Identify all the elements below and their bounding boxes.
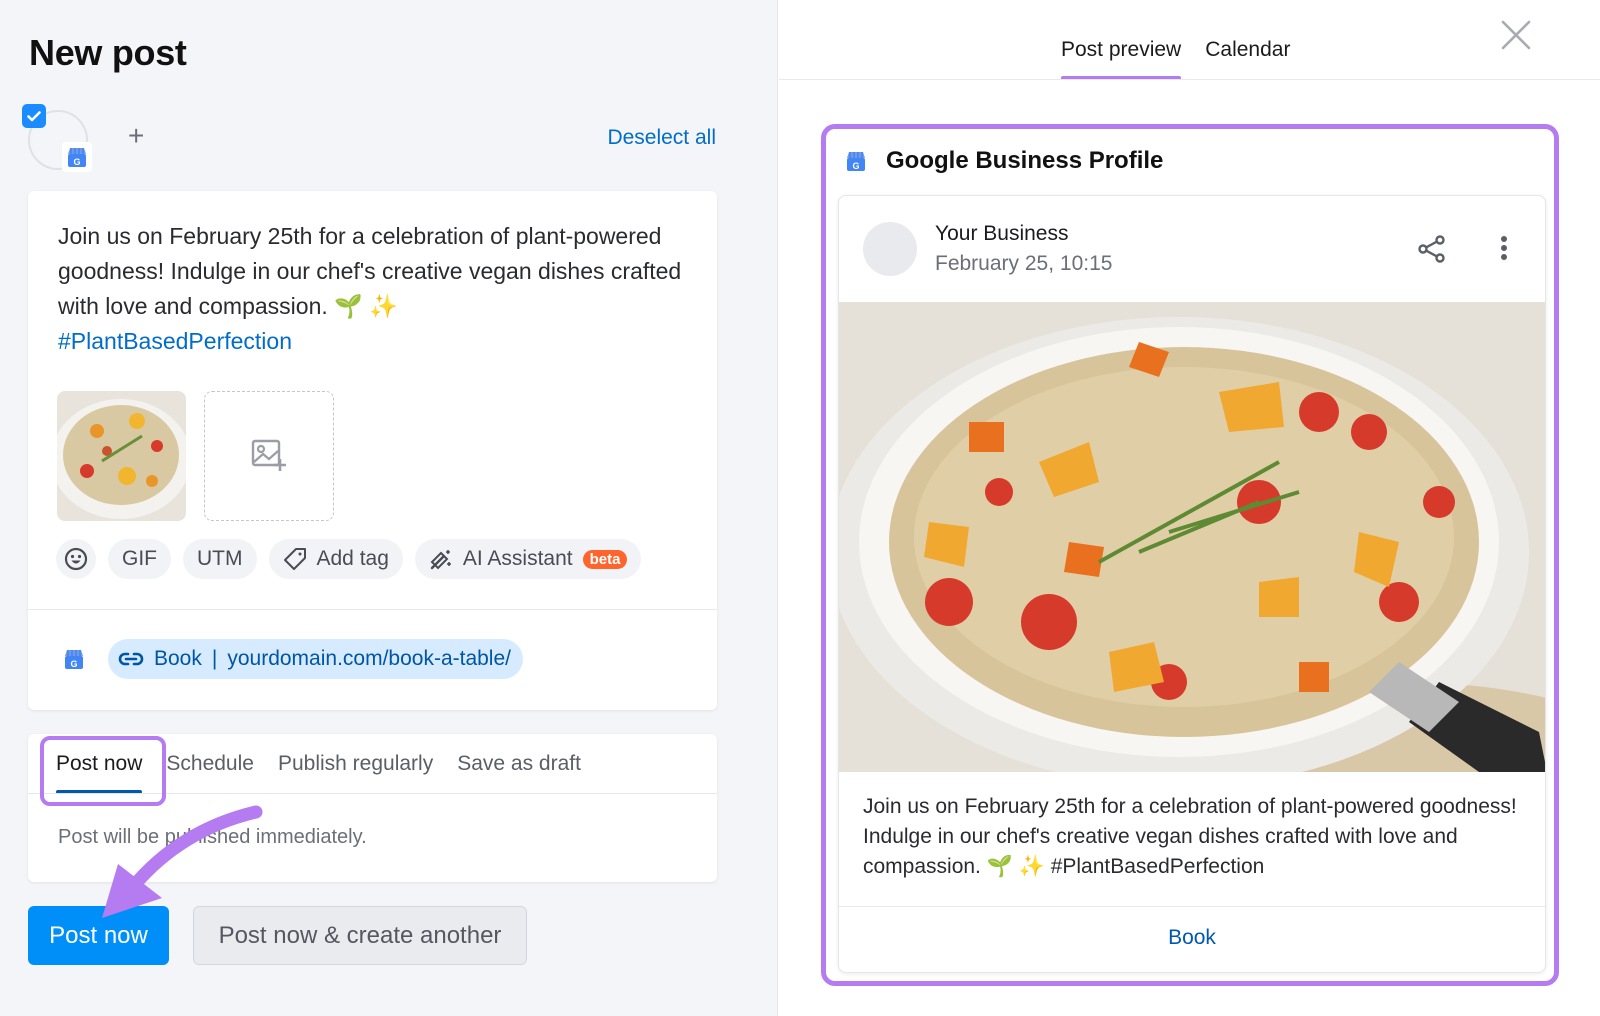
magic-wand-icon	[430, 550, 451, 570]
preview-post-text: Join us on February 25th for a celebrati…	[863, 795, 1517, 878]
share-icon[interactable]	[1417, 234, 1447, 264]
add-image-icon	[251, 439, 286, 471]
ai-assistant-label: AI Assistant	[462, 547, 573, 570]
checkbox-checked-icon[interactable]	[22, 104, 46, 128]
media-thumbnail[interactable]	[57, 391, 186, 521]
gif-button[interactable]: GIF	[108, 539, 171, 579]
tab-save-as-draft[interactable]: Save as draft	[457, 734, 581, 794]
svg-text:G: G	[73, 157, 80, 167]
divider	[779, 79, 1600, 80]
google-post-card: Your Business February 25, 10:15 Join us…	[838, 195, 1546, 973]
post-now-button[interactable]: Post now	[28, 906, 169, 965]
divider	[28, 609, 717, 610]
preview-book-button[interactable]: Book	[839, 926, 1545, 950]
post-now-create-another-button[interactable]: Post now & create another	[193, 906, 527, 965]
composer-panel: New post G + Deselect all Join us on Feb…	[0, 0, 778, 1016]
cta-separator: |	[211, 647, 218, 670]
svg-text:G: G	[70, 659, 77, 669]
add-media-button[interactable]	[204, 391, 334, 521]
page-title: New post	[29, 32, 187, 73]
ai-assistant-button[interactable]: AI Assistant beta	[414, 539, 642, 579]
post-hashtag[interactable]: #PlantBasedPerfection	[58, 328, 292, 354]
gif-label: GIF	[122, 547, 157, 570]
business-avatar	[863, 222, 917, 276]
link-icon	[118, 652, 144, 666]
preview-network-header: G Google Business Profile	[844, 147, 1163, 175]
publish-note: Post will be published immediately.	[58, 826, 367, 848]
svg-text:G: G	[852, 161, 859, 171]
tab-calendar[interactable]: Calendar	[1205, 20, 1290, 80]
preview-tabs: Post preview Calendar	[1061, 20, 1290, 80]
cta-row: G Book | yourdomain.com/book-a-table/	[62, 639, 523, 679]
preview-highlight-frame: G Google Business Profile Your Business …	[821, 124, 1559, 986]
utm-button[interactable]: UTM	[183, 539, 257, 579]
close-icon[interactable]	[1499, 18, 1533, 52]
cta-url: yourdomain.com/book-a-table/	[227, 647, 511, 670]
google-business-profile-icon: G	[847, 152, 865, 171]
add-tag-button[interactable]: Add tag	[268, 539, 403, 579]
cta-link-pill[interactable]: Book | yourdomain.com/book-a-table/	[108, 639, 523, 679]
deselect-all-link[interactable]: Deselect all	[607, 126, 716, 150]
post-text-input[interactable]: Join us on February 25th for a celebrati…	[58, 219, 698, 359]
tag-icon	[283, 548, 306, 570]
emoji-button[interactable]	[56, 539, 96, 579]
business-name: Your Business	[935, 222, 1069, 245]
post-body-text: Join us on February 25th for a celebrati…	[58, 223, 682, 319]
divider	[839, 906, 1545, 907]
tab-schedule[interactable]: Schedule	[166, 734, 254, 794]
profile-selector[interactable]: G	[22, 102, 94, 172]
beta-badge: beta	[582, 549, 628, 569]
utm-label: UTM	[197, 547, 243, 570]
annotation-highlight-box	[40, 736, 166, 806]
add-tag-label: Add tag	[316, 547, 389, 570]
google-business-profile-icon: G	[65, 650, 83, 669]
post-date: February 25, 10:15	[935, 252, 1113, 275]
cta-label: Book	[154, 647, 202, 670]
emoji-icon	[64, 547, 88, 571]
composer-toolbar: GIF UTM Add tag AI Assistant beta	[56, 539, 642, 579]
tab-publish-regularly[interactable]: Publish regularly	[278, 734, 433, 794]
post-editor-card: Join us on February 25th for a celebrati…	[28, 191, 717, 710]
preview-panel: Post preview Calendar G Google Business …	[779, 0, 1600, 1016]
more-options-icon[interactable]	[1499, 234, 1509, 264]
tab-post-preview[interactable]: Post preview	[1061, 20, 1182, 80]
add-profile-button[interactable]: +	[128, 122, 144, 150]
google-business-profile-icon: G	[62, 142, 92, 172]
post-image	[839, 302, 1545, 772]
preview-network-title: Google Business Profile	[886, 147, 1164, 174]
